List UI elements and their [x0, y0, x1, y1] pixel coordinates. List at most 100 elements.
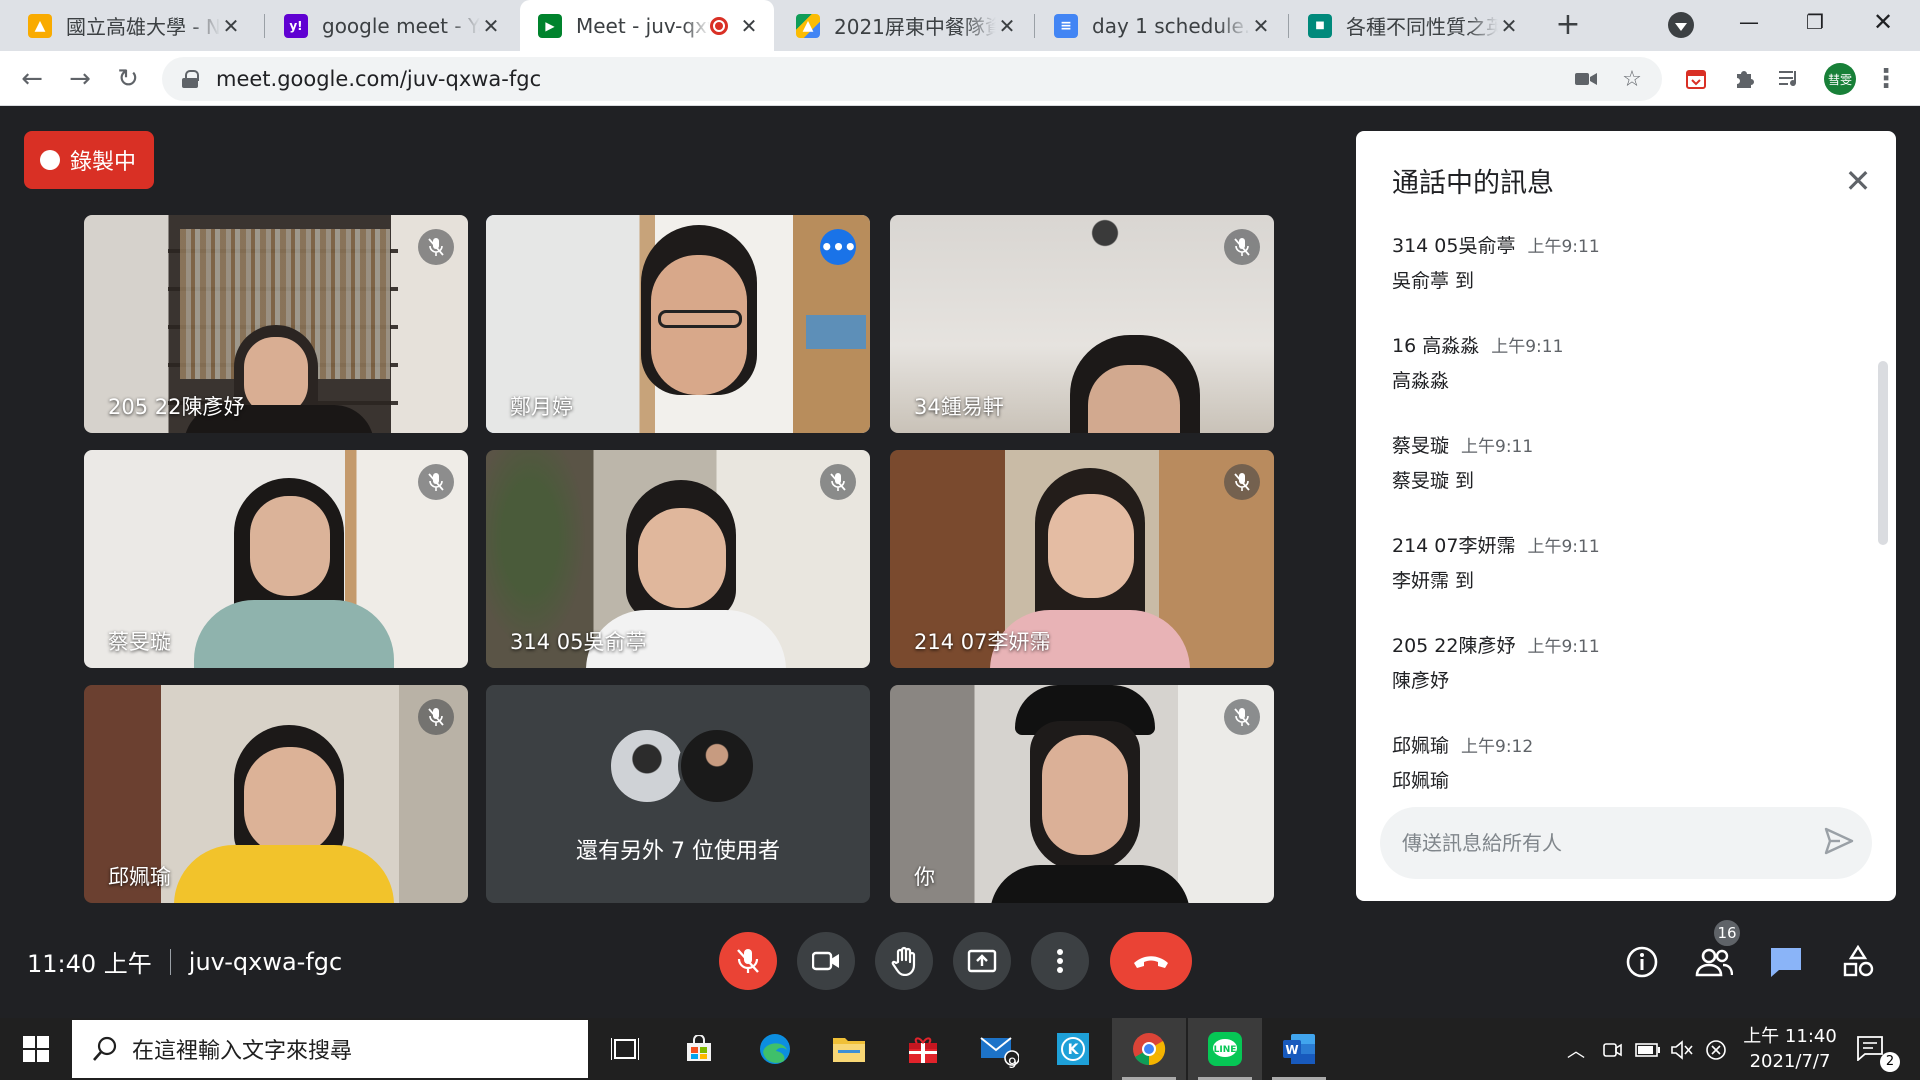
- raise-hand-button[interactable]: [875, 932, 933, 990]
- send-icon[interactable]: [1824, 827, 1854, 859]
- profile-avatar[interactable]: 彗雯: [1824, 63, 1856, 95]
- mic-off-icon: [418, 229, 454, 265]
- svg-text:K: K: [1068, 1042, 1080, 1058]
- leave-call-button[interactable]: [1110, 932, 1192, 990]
- toggle-camera-button[interactable]: [797, 932, 855, 990]
- lock-icon[interactable]: [182, 70, 199, 88]
- forward-icon[interactable]: →: [62, 61, 98, 97]
- svg-text:W: W: [1285, 1043, 1298, 1057]
- address-bar[interactable]: meet.google.com/juv-qxwa-fgc ☆: [162, 57, 1662, 101]
- message-sender: 314 05吳俞葶: [1392, 235, 1516, 257]
- chat-button[interactable]: [1762, 938, 1810, 986]
- yahoo-favicon-icon: y!: [284, 13, 308, 38]
- close-icon[interactable]: ✕: [738, 14, 760, 38]
- url-text[interactable]: meet.google.com/juv-qxwa-fgc: [216, 67, 541, 91]
- browser-tab-yahoo[interactable]: y! google meet - Yahoo ✕: [266, 0, 516, 51]
- message-text: 李妍霈 到: [1392, 570, 1475, 592]
- edge-browser-icon[interactable]: [738, 1018, 812, 1080]
- tab-title: 各種不同性質之英語: [1346, 15, 1498, 39]
- browser-tab-meet[interactable]: ▶ Meet - juv-qxwa ✕: [520, 0, 774, 51]
- windows-start-icon[interactable]: [0, 1018, 72, 1080]
- browser-tab-drive[interactable]: ▲ 2021屏東中餐隊資料 ✕: [778, 0, 1032, 51]
- participant-tile-self[interactable]: 你: [890, 685, 1274, 903]
- taskbar-search-placeholder[interactable]: 在這裡輸入文字來搜尋: [132, 1033, 352, 1065]
- chat-message: 214 07李妍霈 上午9:11 李妍霈 到: [1392, 531, 1852, 631]
- people-count-badge: 16: [1712, 918, 1742, 948]
- tab-search-icon[interactable]: [1668, 12, 1694, 38]
- more-options-icon[interactable]: •••: [820, 229, 857, 265]
- extensions-puzzle-icon[interactable]: [1728, 63, 1760, 95]
- show-hidden-icons-icon[interactable]: ︿: [1562, 1036, 1590, 1064]
- browser-tab-strip: ▲ 國立高雄大學 - National ✕ y! google meet - Y…: [0, 0, 1920, 51]
- chrome-icon[interactable]: [1112, 1018, 1186, 1080]
- chat-message: 314 05吳俞葶 上午9:11 吳俞葶 到: [1392, 231, 1852, 331]
- tab-title: 國立高雄大學 - National: [66, 15, 220, 39]
- participant-tile[interactable]: 邱姵瑜: [84, 685, 468, 903]
- line-app-icon[interactable]: LINE: [1188, 1018, 1262, 1080]
- recording-badge[interactable]: 錄製中: [24, 131, 154, 189]
- restore-icon[interactable]: ❐: [1782, 0, 1848, 44]
- participant-body: [174, 845, 394, 903]
- browser-tab-classroom[interactable]: ■ 各種不同性質之英語 ✕: [1290, 0, 1534, 51]
- file-explorer-icon[interactable]: [812, 1018, 886, 1080]
- microsoft-store-icon[interactable]: [662, 1018, 736, 1080]
- close-window-icon[interactable]: ✕: [1850, 0, 1916, 44]
- close-icon[interactable]: ✕: [996, 14, 1018, 38]
- participant-tile[interactable]: 214 07李妍霈: [890, 450, 1274, 668]
- message-sender: 邱姵瑜: [1392, 735, 1450, 757]
- browser-menu-icon[interactable]: ⋮: [1870, 63, 1902, 95]
- participant-tile[interactable]: 205 22陳彥妤: [84, 215, 468, 433]
- activities-button[interactable]: [1834, 938, 1882, 986]
- participant-tile[interactable]: 314 05吳俞葶: [486, 450, 870, 668]
- task-view-icon[interactable]: [588, 1018, 662, 1080]
- message-time: 上午9:11: [1461, 437, 1534, 457]
- k-app-icon[interactable]: K: [1036, 1018, 1110, 1080]
- close-icon[interactable]: ✕: [1250, 14, 1272, 38]
- extension-calendar-icon[interactable]: [1680, 63, 1712, 95]
- battery-icon[interactable]: [1634, 1036, 1662, 1064]
- back-icon[interactable]: ←: [14, 61, 50, 97]
- participant-name: 214 07李妍霈: [914, 630, 1051, 654]
- tab-divider: [1288, 14, 1289, 38]
- browser-tab-nuk[interactable]: ▲ 國立高雄大學 - National ✕: [10, 0, 256, 51]
- svg-text:LINE: LINE: [1214, 1045, 1237, 1055]
- browser-tab-docs[interactable]: ≡ day 1 schedule.docx ✕: [1036, 0, 1286, 51]
- meet-now-icon[interactable]: [1598, 1036, 1626, 1064]
- message-time: 上午9:11: [1527, 237, 1600, 257]
- close-icon[interactable]: ✕: [480, 14, 502, 38]
- taskbar-clock[interactable]: 上午 11:40 2021/7/7: [1740, 1024, 1840, 1074]
- network-disconnected-icon[interactable]: [1702, 1036, 1730, 1064]
- notification-count-badge: 2: [1880, 1052, 1900, 1072]
- media-queue-icon[interactable]: [1774, 63, 1806, 95]
- new-tab-button[interactable]: +: [1550, 8, 1586, 44]
- participant-tile[interactable]: 蔡旻璇: [84, 450, 468, 668]
- message-text: 邱姵瑜: [1392, 770, 1450, 792]
- close-icon[interactable]: ✕: [1840, 162, 1876, 200]
- minimize-icon[interactable]: —: [1716, 0, 1782, 44]
- present-screen-button[interactable]: [953, 932, 1011, 990]
- recording-label: 錄製中: [70, 150, 137, 175]
- mail-icon[interactable]: 9: [962, 1018, 1036, 1080]
- taskbar-search-box[interactable]: 在這裡輸入文字來搜尋: [72, 1020, 588, 1078]
- chat-scrollbar[interactable]: [1878, 361, 1888, 545]
- bookmark-star-icon[interactable]: ☆: [1616, 63, 1648, 95]
- volume-muted-icon[interactable]: [1668, 1036, 1696, 1064]
- close-icon[interactable]: ✕: [1498, 14, 1520, 38]
- close-icon[interactable]: ✕: [220, 14, 242, 38]
- participant-tile-active[interactable]: 鄭月婷 •••: [486, 215, 870, 433]
- participant-face: [638, 508, 726, 608]
- participant-tile[interactable]: 34鍾易軒: [890, 215, 1274, 433]
- more-options-button[interactable]: [1031, 932, 1089, 990]
- gift-app-icon[interactable]: [886, 1018, 960, 1080]
- word-app-icon[interactable]: W: [1262, 1018, 1336, 1080]
- meeting-details-button[interactable]: [1618, 938, 1666, 986]
- toggle-mic-button[interactable]: [719, 932, 777, 990]
- chat-input[interactable]: [1402, 831, 1802, 855]
- message-text: 吳俞葶 到: [1392, 270, 1475, 292]
- others-tile[interactable]: 還有另外 7 位使用者: [486, 685, 870, 903]
- participant-name: 你: [914, 865, 935, 889]
- camera-in-use-icon[interactable]: [1570, 63, 1602, 95]
- reload-icon[interactable]: ↻: [110, 61, 146, 97]
- message-time: 上午9:12: [1461, 737, 1534, 757]
- participant-face: [250, 496, 330, 596]
